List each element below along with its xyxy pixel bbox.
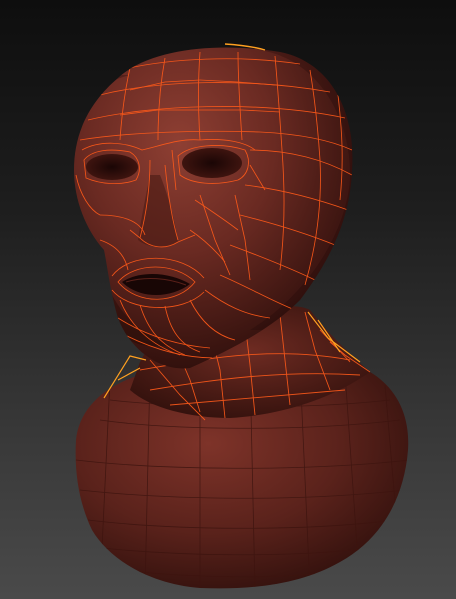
left-eye-socket: [86, 154, 138, 180]
3d-viewport[interactable]: [0, 0, 456, 599]
right-eye-socket: [182, 148, 242, 178]
sculpt-canvas[interactable]: [0, 0, 456, 599]
